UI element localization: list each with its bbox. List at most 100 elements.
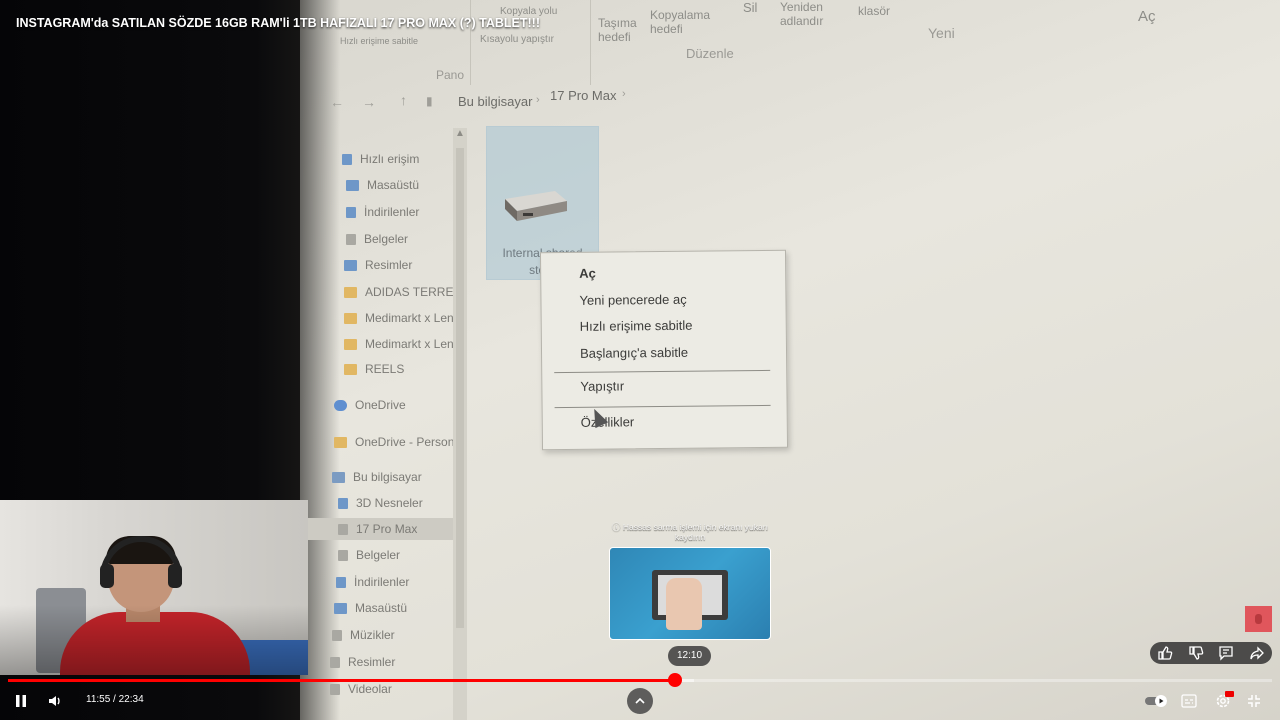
ribbon-rename[interactable]: Yeniden adlandır [780, 0, 840, 28]
nav-label: 3D Nesneler [356, 496, 423, 510]
sidebar-item-3d-objects[interactable]: 3D Nesneler [338, 492, 468, 514]
exit-fullscreen-button[interactable] [1245, 692, 1263, 710]
thumbs-up-icon[interactable] [1157, 645, 1173, 661]
chevron-right-icon: › [622, 88, 626, 100]
menu-item-open-new-window[interactable]: Yeni pencerede aç [579, 292, 686, 308]
ribbon-group-yeni: Yeni [928, 25, 955, 41]
pause-icon [16, 695, 26, 707]
volume-icon [49, 696, 60, 706]
sidebar-item-pc-desktop[interactable]: Masaüstü [334, 597, 464, 619]
sidebar-item-onedrive-personal[interactable]: OneDrive - Person [334, 431, 464, 453]
menu-item-pin-quick-access[interactable]: Hızlı erişime sabitle [580, 318, 693, 334]
sidebar-item-17-pro-max[interactable]: 17 Pro Max [308, 518, 458, 540]
menu-item-pin-start[interactable]: Başlangıç'a sabitle [580, 345, 688, 361]
nav-label: 17 Pro Max [356, 522, 418, 536]
captions-button[interactable] [1180, 692, 1198, 710]
volume-button[interactable] [46, 692, 64, 710]
breadcrumb-17-pro-max[interactable]: 17 Pro Max [550, 88, 616, 103]
ribbon-new-folder[interactable]: klasör [858, 4, 890, 18]
download-icon [336, 576, 346, 588]
nav-label: OneDrive [355, 398, 406, 412]
nav-label: İndirilenler [354, 575, 410, 589]
progress-played [8, 679, 675, 682]
forward-arrow-icon[interactable]: → [362, 94, 376, 110]
menu-separator [554, 369, 771, 374]
time-display: 11:55 / 22:34 [86, 694, 144, 705]
scroll-thumb[interactable] [456, 148, 464, 628]
sidebar-item-this-pc[interactable]: Bu bilgisayar [332, 466, 462, 488]
nav-scrollbar[interactable]: ▲ [453, 128, 467, 720]
video-title: INSTAGRAM'da SATILAN SÖZDE 16GB RAM'li 1… [16, 16, 540, 30]
pictures-icon [344, 259, 357, 271]
videos-icon [330, 683, 340, 695]
ribbon-move-to[interactable]: Taşıma hedefi [598, 16, 642, 44]
nav-label: Belgeler [364, 232, 409, 246]
nav-label: Resimler [348, 655, 396, 669]
preview-hand [666, 578, 702, 630]
menu-item-open[interactable]: Aç [579, 266, 596, 281]
badge-icon [1255, 614, 1262, 624]
autoplay-toggle[interactable] [1144, 693, 1170, 709]
nav-label: Resimler [365, 258, 413, 272]
sidebar-item-pc-documents[interactable]: Belgeler [338, 544, 468, 566]
download-icon [346, 206, 356, 218]
cube-icon [338, 497, 348, 509]
nav-label: Masaüstü [355, 601, 408, 615]
seek-preview-thumbnail [609, 547, 771, 640]
overlay-badge[interactable] [1245, 606, 1272, 632]
address-bar[interactable]: ← → ↑ ▮ Bu bilgisayar › 17 Pro Max › [330, 86, 1280, 114]
sidebar-item-pc-pictures[interactable]: Resimler [330, 651, 460, 673]
ribbon-open[interactable]: Aç [1138, 8, 1156, 25]
chevron-up-icon [635, 697, 645, 704]
webcam-shade [0, 500, 308, 675]
share-icon[interactable] [1249, 645, 1265, 661]
desktop-icon [334, 602, 347, 614]
back-arrow-icon[interactable]: ← [330, 94, 344, 110]
documents-icon [346, 233, 356, 245]
breadcrumb-this-pc[interactable]: Bu bilgisayar [458, 94, 532, 109]
folder-icon [344, 363, 357, 375]
settings-button[interactable] [1212, 691, 1234, 711]
progress-bar[interactable] [8, 673, 1272, 687]
ribbon-copy-to[interactable]: Kopyalama hedefi [650, 8, 716, 36]
scroll-up-icon[interactable]: ▲ [455, 128, 465, 139]
info-icon: ⓘ [612, 522, 623, 532]
sidebar-item-pc-music[interactable]: Müzikler [332, 624, 462, 646]
sidebar-item-onedrive[interactable]: OneDrive [334, 394, 464, 416]
cloud-icon [334, 399, 347, 411]
nav-label: Masaüstü [367, 178, 420, 192]
captions-icon [1181, 694, 1197, 708]
chevron-right-icon: › [536, 94, 540, 106]
menu-item-paste[interactable]: Yapıştır [580, 378, 624, 393]
hard-drive-icon [505, 191, 567, 221]
thumbs-down-icon[interactable] [1188, 645, 1204, 661]
pause-button[interactable] [12, 692, 30, 710]
nav-label: OneDrive - Person [355, 435, 455, 449]
webcam-overlay [0, 500, 308, 675]
star-icon [342, 153, 352, 165]
scrub-handle[interactable] [668, 673, 682, 687]
seek-hint: ⓘ Hassas sarma işlemi için ekranı yukarı… [612, 522, 768, 542]
nav-label: Medimarkt x Len [365, 311, 454, 325]
sidebar-item-pc-downloads[interactable]: İndirilenler [336, 571, 466, 593]
engagement-bar [1150, 642, 1272, 664]
nav-label: Bu bilgisayar [353, 470, 422, 484]
nav-label: Medimarkt x Len [365, 337, 454, 351]
comment-icon[interactable] [1218, 645, 1234, 661]
ribbon-separator [470, 0, 471, 85]
nav-label: İndirilenler [364, 205, 420, 219]
nav-label: Hızlı erişim [360, 152, 420, 166]
ribbon-paste-shortcut: Kısayolu yapıştır [480, 34, 554, 45]
seek-hint-text: Hassas sarma işlemi için ekranı yukarı k… [622, 522, 768, 542]
folder-icon [344, 338, 357, 350]
computer-icon [332, 471, 345, 483]
documents-icon [338, 549, 348, 561]
nav-label: ADIDAS TERREX [365, 285, 462, 299]
up-arrow-icon[interactable]: ↑ [400, 92, 407, 108]
ribbon-delete[interactable]: Sil [743, 0, 757, 15]
ribbon-group-duzenle: Düzenle [686, 46, 734, 61]
desktop-icon [346, 179, 359, 191]
chevron-up-button[interactable] [627, 688, 653, 714]
folder-icon [334, 436, 347, 448]
exit-fullscreen-icon [1248, 695, 1260, 707]
